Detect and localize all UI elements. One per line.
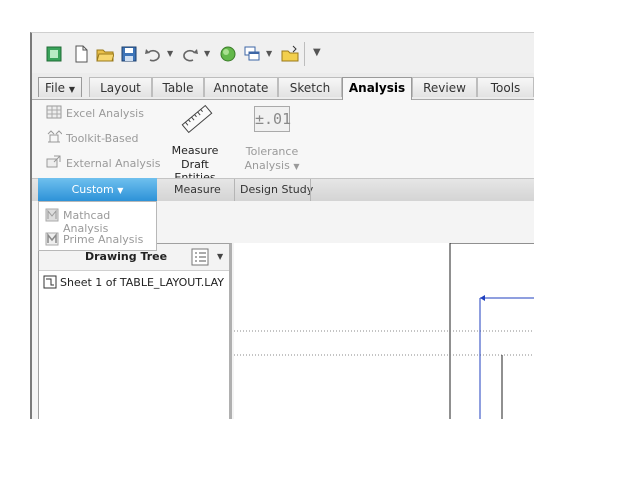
customize-toolbar-icon[interactable]: ▼ — [313, 47, 321, 58]
tab-file[interactable]: File ▼ — [38, 77, 82, 97]
undo-icon[interactable] — [144, 45, 162, 63]
windows-icon[interactable] — [243, 45, 261, 63]
quick-access-toolbar: ▼ ▼ ▼ ▼ — [32, 33, 534, 73]
tolerance-icon: ±.01 — [254, 106, 291, 132]
tab-sketch-label: Sketch — [289, 81, 331, 95]
custom-group-dropdown[interactable]: Custom ▼ — [38, 178, 157, 201]
excel-analysis-button[interactable]: Excel Analysis — [66, 107, 144, 120]
toolkit-based-button[interactable]: Toolkit-Based — [66, 132, 138, 145]
drawing-tree-title: Drawing Tree — [85, 250, 168, 263]
toolbar-separator — [304, 42, 305, 66]
chevron-down-icon: ▼ — [117, 186, 124, 195]
tree-settings-icon[interactable] — [191, 248, 209, 266]
prime-icon — [45, 232, 59, 246]
ribbon-panel: Excel Analysis Toolkit-Based External An… — [32, 100, 534, 184]
tab-tools-label: Tools — [490, 81, 521, 95]
tab-analysis[interactable]: Analysis — [342, 77, 412, 100]
regenerate-icon[interactable] — [219, 45, 237, 63]
application-window: ▼ ▼ ▼ ▼ File ▼ Layout Table Annotate Ske… — [30, 32, 534, 419]
tab-table-label: Table — [162, 81, 194, 95]
excel-analysis-icon — [46, 105, 62, 119]
tolerance-label-line2-wrap: Analysis ▼ — [237, 159, 307, 172]
redo-dropdown-icon[interactable]: ▼ — [204, 49, 210, 58]
tab-table[interactable]: Table — [152, 77, 204, 97]
tab-layout-label: Layout — [100, 81, 141, 95]
tab-tools[interactable]: Tools — [477, 77, 534, 97]
tolerance-analysis-button[interactable]: ±.01 Tolerance Analysis ▼ — [237, 100, 307, 178]
undo-dropdown-icon[interactable]: ▼ — [167, 49, 173, 58]
external-analysis-icon — [46, 155, 61, 168]
measure-label-line1: Measure — [171, 144, 219, 157]
prime-analysis-item[interactable]: Prime Analysis — [63, 233, 143, 246]
tab-annotate[interactable]: Annotate — [204, 77, 278, 97]
custom-dropdown-menu: Mathcad Analysis Prime Analysis — [38, 201, 157, 251]
windows-dropdown-icon[interactable]: ▼ — [266, 49, 272, 58]
redo-icon[interactable] — [181, 45, 199, 63]
new-file-icon[interactable] — [72, 45, 90, 63]
external-analysis-button[interactable]: External Analysis — [66, 157, 160, 170]
tab-analysis-label: Analysis — [348, 81, 406, 95]
group-separator — [310, 179, 311, 201]
group-label-design-study: Design Study — [240, 183, 314, 196]
toolkit-based-icon — [47, 130, 62, 143]
ribbon-tabs: File ▼ Layout Table Annotate Sketch Anal… — [32, 73, 534, 100]
chevron-down-icon: ▼ — [293, 162, 300, 171]
tolerance-label-line2: Analysis — [244, 159, 290, 172]
drawing-tree-panel: Drawing Tree ▼ Sheet 1 of TABLE_LAYOUT.L… — [38, 243, 232, 419]
drawing-canvas[interactable] — [234, 242, 534, 419]
mathcad-icon — [45, 208, 59, 222]
tree-settings-dropdown-icon[interactable]: ▼ — [217, 252, 223, 261]
view-icon[interactable] — [45, 45, 63, 63]
open-folder-icon[interactable] — [96, 45, 114, 63]
group-separator — [234, 179, 235, 201]
mathcad-analysis-item[interactable]: Mathcad Analysis — [63, 209, 156, 235]
measure-draft-entities-button[interactable]: Measure Draft Entities — [160, 100, 230, 184]
group-label-measure: Measure — [174, 183, 221, 196]
tree-item-label: Sheet 1 of TABLE_LAYOUT.LAY — [60, 276, 224, 289]
tab-file-label: File — [44, 81, 66, 95]
custom-group-label: Custom — [71, 183, 114, 196]
sheet-icon — [43, 275, 57, 289]
tab-sketch[interactable]: Sketch — [278, 77, 342, 97]
save-icon[interactable] — [120, 45, 138, 63]
chevron-down-icon: ▼ — [68, 85, 76, 94]
tab-review-label: Review — [423, 81, 466, 95]
tolerance-label-line1: Tolerance — [245, 145, 299, 158]
tab-annotate-label: Annotate — [213, 81, 269, 95]
tab-review[interactable]: Review — [412, 77, 477, 97]
folder-icon[interactable] — [281, 45, 299, 63]
ruler-icon — [181, 104, 213, 134]
tab-layout[interactable]: Layout — [89, 77, 152, 97]
drawing-graphics — [234, 242, 534, 419]
